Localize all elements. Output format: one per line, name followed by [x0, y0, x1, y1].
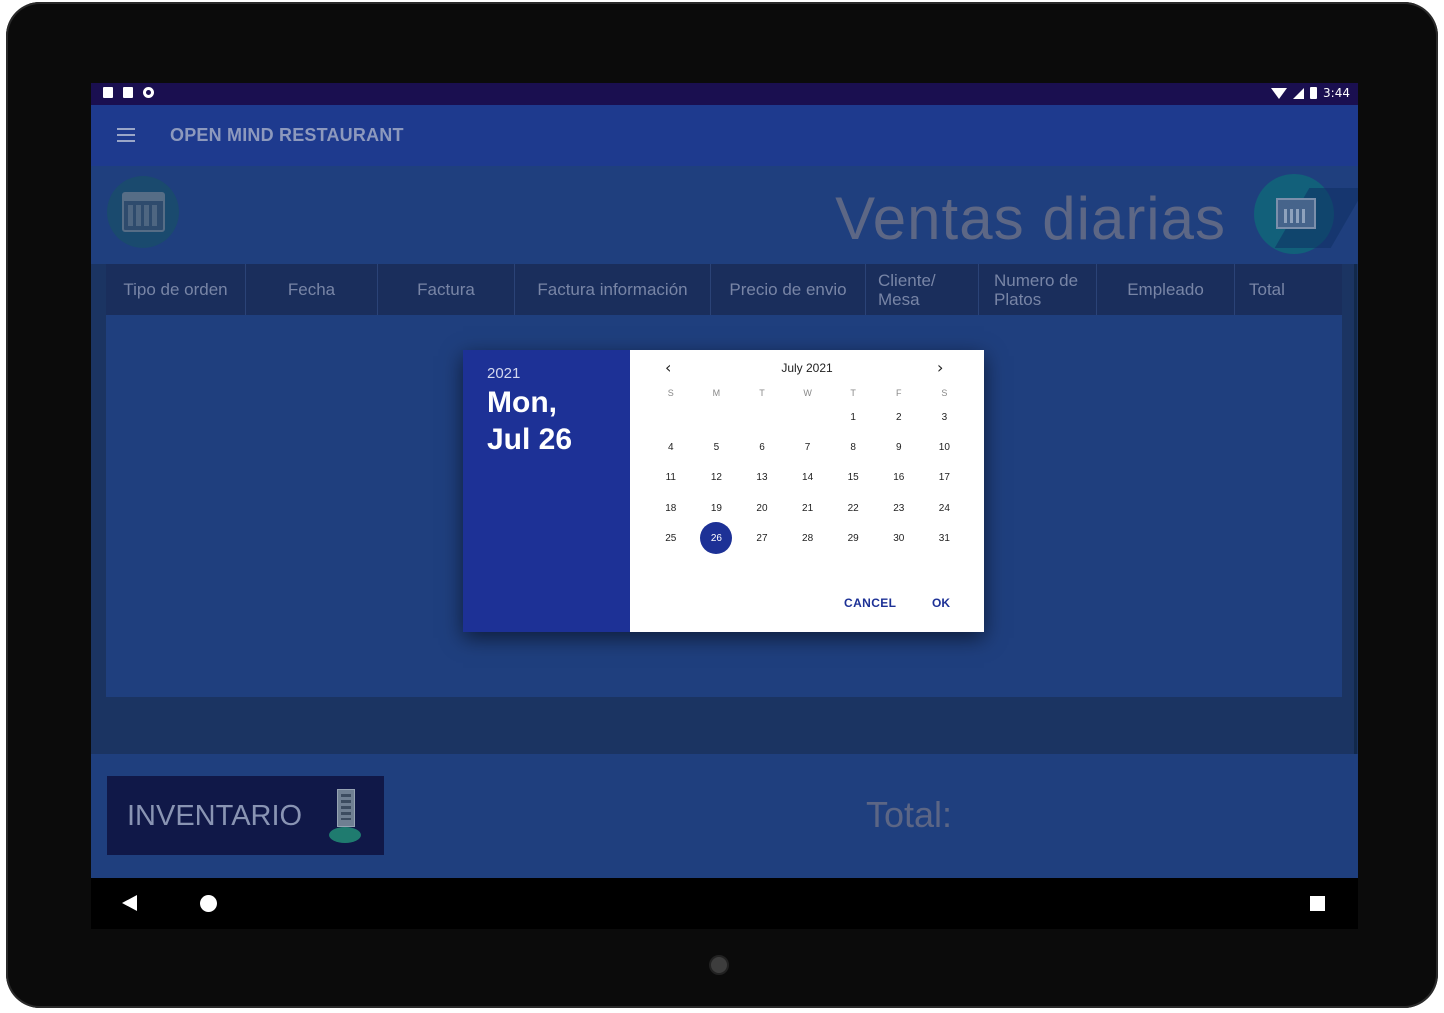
calendar-day[interactable]: 21 — [785, 493, 831, 523]
weekday-label: F — [896, 388, 902, 398]
calendar-day[interactable]: 24 — [922, 493, 968, 523]
calendar-day[interactable]: 14 — [785, 463, 831, 493]
calendar-day[interactable]: 29 — [830, 523, 876, 553]
ok-button[interactable]: OK — [932, 596, 950, 610]
calendar-icon — [122, 192, 165, 232]
date-picker-dialog: 2021 Mon, Jul 26 ‹ July 2021 › S M T W T… — [463, 350, 984, 632]
home-icon[interactable] — [200, 895, 217, 912]
app-bar: OPEN MIND RESTAURANT — [91, 105, 1358, 166]
calendar-day[interactable]: 8 — [830, 432, 876, 462]
column-header: Factura información — [515, 264, 711, 315]
calendar-day[interactable]: 11 — [648, 463, 694, 493]
recents-icon[interactable] — [1310, 896, 1325, 911]
calendar-empty-cell — [785, 402, 831, 432]
date-picker-header: 2021 Mon, Jul 26 — [463, 350, 630, 632]
weekday-label: S — [667, 388, 674, 398]
column-header: Tipo de orden — [106, 264, 246, 315]
year-label[interactable]: 2021 — [487, 365, 520, 382]
calendar-day[interactable]: 28 — [785, 523, 831, 553]
column-header: Total — [1249, 280, 1285, 299]
inventory-label: INVENTARIO — [127, 800, 303, 832]
calendar-empty-cell — [694, 402, 740, 432]
signal-icon — [1293, 87, 1305, 99]
calendar-day[interactable]: 1 — [830, 402, 876, 432]
calendar-day[interactable]: 16 — [876, 463, 922, 493]
column-header: Precio de envio — [711, 264, 866, 315]
calendar-day[interactable]: 10 — [922, 432, 968, 462]
sync-icon — [143, 87, 154, 98]
weekday-label: T — [850, 388, 856, 398]
calendar-empty-cell — [739, 402, 785, 432]
calendar-day[interactable]: 25 — [648, 523, 694, 553]
sim-icon — [123, 87, 133, 98]
calendar-view: ‹ July 2021 › S M T W T F S 1 2 3 4 5 6 7 8 9 10 1… — [630, 350, 984, 632]
calendar-day[interactable]: 4 — [648, 432, 694, 462]
weekday-label: T — [759, 388, 765, 398]
calendar-day[interactable]: 19 — [694, 493, 740, 523]
calendar-day[interactable]: 22 — [830, 493, 876, 523]
chart-icon — [1276, 198, 1316, 229]
weekday-label: W — [803, 388, 812, 398]
inventory-icon — [329, 789, 361, 845]
calendar-day[interactable]: 20 — [739, 493, 785, 523]
status-time: 3:44 — [1323, 86, 1350, 100]
calendar-day[interactable]: 27 — [739, 523, 785, 553]
page-title: Ventas diarias — [835, 185, 1226, 252]
calendar-day[interactable]: 3 — [922, 402, 968, 432]
column-header: Factura — [378, 264, 515, 315]
wifi-icon — [1271, 87, 1288, 99]
table-header: Tipo de orden Fecha Factura Factura info… — [106, 264, 1342, 315]
calendar-day[interactable]: 2 — [876, 402, 922, 432]
battery-icon — [1310, 87, 1318, 99]
calendar-day[interactable]: 5 — [694, 432, 740, 462]
weekday-label: M — [712, 388, 721, 398]
calendar-day[interactable]: 13 — [739, 463, 785, 493]
inventory-button[interactable]: INVENTARIO — [107, 776, 384, 855]
scrollbar[interactable] — [1354, 264, 1357, 754]
calendar-day[interactable]: 9 — [876, 432, 922, 462]
day-grid: 1 2 3 4 5 6 7 8 9 10 11 12 13 14 15 16 17 18 19 20 21 22 23 24 2… — [648, 402, 968, 555]
selected-date: Mon, Jul 26 — [487, 384, 617, 458]
month-title: July 2021 — [781, 361, 833, 375]
calendar-day[interactable]: 30 — [876, 523, 922, 553]
column-header: Numero de Platos — [979, 264, 1097, 315]
footer: INVENTARIO Total: — [91, 754, 1358, 878]
column-header: Cliente/ Mesa — [866, 264, 979, 315]
calendar-day[interactable]: 12 — [694, 463, 740, 493]
status-bar: 3:44 — [91, 83, 1358, 105]
calendar-day[interactable]: 18 — [648, 493, 694, 523]
calendar-day-selected[interactable]: 26 — [694, 522, 740, 555]
calendar-button[interactable] — [107, 176, 179, 248]
page-header: Ventas diarias — [91, 166, 1358, 264]
calendar-day[interactable]: 15 — [830, 463, 876, 493]
weekday-header: S M T W T F S — [648, 388, 968, 398]
column-header: Empleado — [1097, 264, 1235, 315]
device-camera — [709, 955, 729, 975]
total-label: Total: — [866, 794, 953, 835]
calendar-day[interactable]: 6 — [739, 432, 785, 462]
calendar-day[interactable]: 17 — [922, 463, 968, 493]
column-header: Fecha — [246, 264, 378, 315]
calendar-empty-cell — [648, 402, 694, 432]
weekday-label: S — [941, 388, 948, 398]
menu-icon[interactable] — [117, 128, 135, 142]
notification-icon — [103, 87, 113, 98]
cancel-button[interactable]: CANCEL — [844, 596, 896, 610]
selected-date-weekday: Mon, — [487, 386, 557, 419]
selected-date-day: Jul 26 — [487, 423, 573, 456]
calendar-day[interactable]: 23 — [876, 493, 922, 523]
calendar-day[interactable]: 7 — [785, 432, 831, 462]
calendar-day[interactable]: 31 — [922, 523, 968, 553]
next-month-icon[interactable]: › — [937, 360, 943, 376]
app-title: OPEN MIND RESTAURANT — [170, 125, 404, 145]
back-icon[interactable] — [122, 895, 137, 911]
chart-button[interactable] — [1254, 174, 1358, 254]
navigation-bar — [91, 878, 1358, 929]
